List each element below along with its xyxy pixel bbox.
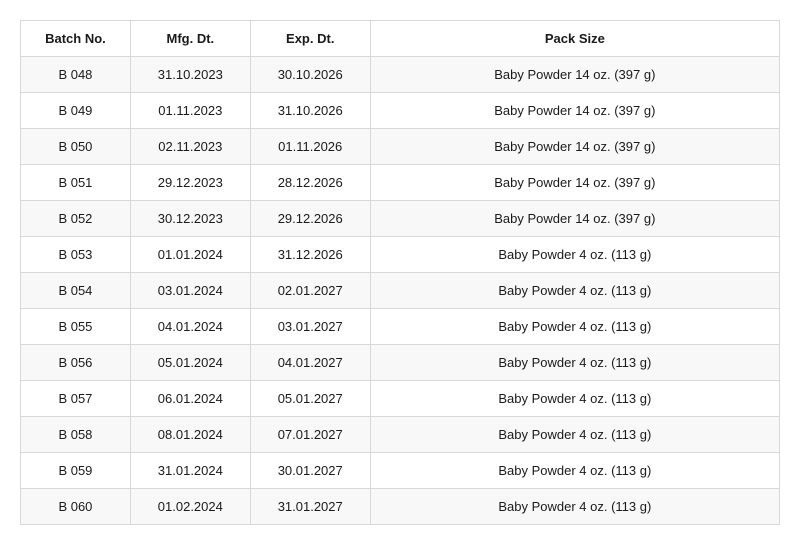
cell-mfg: 31.01.2024 [130, 453, 250, 489]
cell-exp: 29.12.2026 [250, 201, 370, 237]
cell-mfg: 02.11.2023 [130, 129, 250, 165]
cell-pack: Baby Powder 4 oz. (113 g) [370, 381, 779, 417]
cell-exp: 31.12.2026 [250, 237, 370, 273]
cell-batch: B 059 [21, 453, 131, 489]
cell-pack: Baby Powder 14 oz. (397 g) [370, 93, 779, 129]
table-row: B 05002.11.202301.11.2026Baby Powder 14 … [21, 129, 780, 165]
cell-batch: B 051 [21, 165, 131, 201]
batch-table: Batch No. Mfg. Dt. Exp. Dt. Pack Size B … [20, 20, 780, 525]
cell-batch: B 058 [21, 417, 131, 453]
cell-batch: B 056 [21, 345, 131, 381]
cell-batch: B 055 [21, 309, 131, 345]
cell-pack: Baby Powder 4 oz. (113 g) [370, 417, 779, 453]
cell-batch: B 050 [21, 129, 131, 165]
cell-exp: 02.01.2027 [250, 273, 370, 309]
cell-mfg: 01.02.2024 [130, 489, 250, 525]
table-row: B 04901.11.202331.10.2026Baby Powder 14 … [21, 93, 780, 129]
header-exp: Exp. Dt. [250, 21, 370, 57]
cell-batch: B 060 [21, 489, 131, 525]
table-row: B 05706.01.202405.01.2027Baby Powder 4 o… [21, 381, 780, 417]
header-batch: Batch No. [21, 21, 131, 57]
cell-exp: 28.12.2026 [250, 165, 370, 201]
cell-batch: B 052 [21, 201, 131, 237]
cell-pack: Baby Powder 4 oz. (113 g) [370, 237, 779, 273]
cell-exp: 01.11.2026 [250, 129, 370, 165]
cell-pack: Baby Powder 14 oz. (397 g) [370, 129, 779, 165]
table-body: B 04831.10.202330.10.2026Baby Powder 14 … [21, 57, 780, 525]
header-row: Batch No. Mfg. Dt. Exp. Dt. Pack Size [21, 21, 780, 57]
cell-pack: Baby Powder 14 oz. (397 g) [370, 57, 779, 93]
cell-pack: Baby Powder 4 oz. (113 g) [370, 273, 779, 309]
cell-exp: 07.01.2027 [250, 417, 370, 453]
cell-exp: 31.10.2026 [250, 93, 370, 129]
header-mfg: Mfg. Dt. [130, 21, 250, 57]
cell-batch: B 057 [21, 381, 131, 417]
cell-mfg: 30.12.2023 [130, 201, 250, 237]
table-row: B 04831.10.202330.10.2026Baby Powder 14 … [21, 57, 780, 93]
table-row: B 05403.01.202402.01.2027Baby Powder 4 o… [21, 273, 780, 309]
table-row: B 05230.12.202329.12.2026Baby Powder 14 … [21, 201, 780, 237]
cell-pack: Baby Powder 4 oz. (113 g) [370, 453, 779, 489]
cell-batch: B 049 [21, 93, 131, 129]
cell-batch: B 048 [21, 57, 131, 93]
cell-batch: B 053 [21, 237, 131, 273]
table-row: B 06001.02.202431.01.2027Baby Powder 4 o… [21, 489, 780, 525]
cell-mfg: 31.10.2023 [130, 57, 250, 93]
cell-pack: Baby Powder 14 oz. (397 g) [370, 201, 779, 237]
cell-exp: 31.01.2027 [250, 489, 370, 525]
cell-pack: Baby Powder 4 oz. (113 g) [370, 489, 779, 525]
table-row: B 05504.01.202403.01.2027Baby Powder 4 o… [21, 309, 780, 345]
cell-exp: 05.01.2027 [250, 381, 370, 417]
table-row: B 05605.01.202404.01.2027Baby Powder 4 o… [21, 345, 780, 381]
table-row: B 05931.01.202430.01.2027Baby Powder 4 o… [21, 453, 780, 489]
cell-pack: Baby Powder 4 oz. (113 g) [370, 345, 779, 381]
header-pack: Pack Size [370, 21, 779, 57]
table-row: B 05301.01.202431.12.2026Baby Powder 4 o… [21, 237, 780, 273]
cell-pack: Baby Powder 14 oz. (397 g) [370, 165, 779, 201]
cell-mfg: 03.01.2024 [130, 273, 250, 309]
cell-mfg: 01.01.2024 [130, 237, 250, 273]
table-row: B 05808.01.202407.01.2027Baby Powder 4 o… [21, 417, 780, 453]
cell-exp: 30.10.2026 [250, 57, 370, 93]
cell-mfg: 29.12.2023 [130, 165, 250, 201]
cell-exp: 03.01.2027 [250, 309, 370, 345]
cell-mfg: 08.01.2024 [130, 417, 250, 453]
cell-pack: Baby Powder 4 oz. (113 g) [370, 309, 779, 345]
cell-exp: 04.01.2027 [250, 345, 370, 381]
table-row: B 05129.12.202328.12.2026Baby Powder 14 … [21, 165, 780, 201]
cell-exp: 30.01.2027 [250, 453, 370, 489]
cell-batch: B 054 [21, 273, 131, 309]
cell-mfg: 04.01.2024 [130, 309, 250, 345]
cell-mfg: 05.01.2024 [130, 345, 250, 381]
cell-mfg: 01.11.2023 [130, 93, 250, 129]
cell-mfg: 06.01.2024 [130, 381, 250, 417]
